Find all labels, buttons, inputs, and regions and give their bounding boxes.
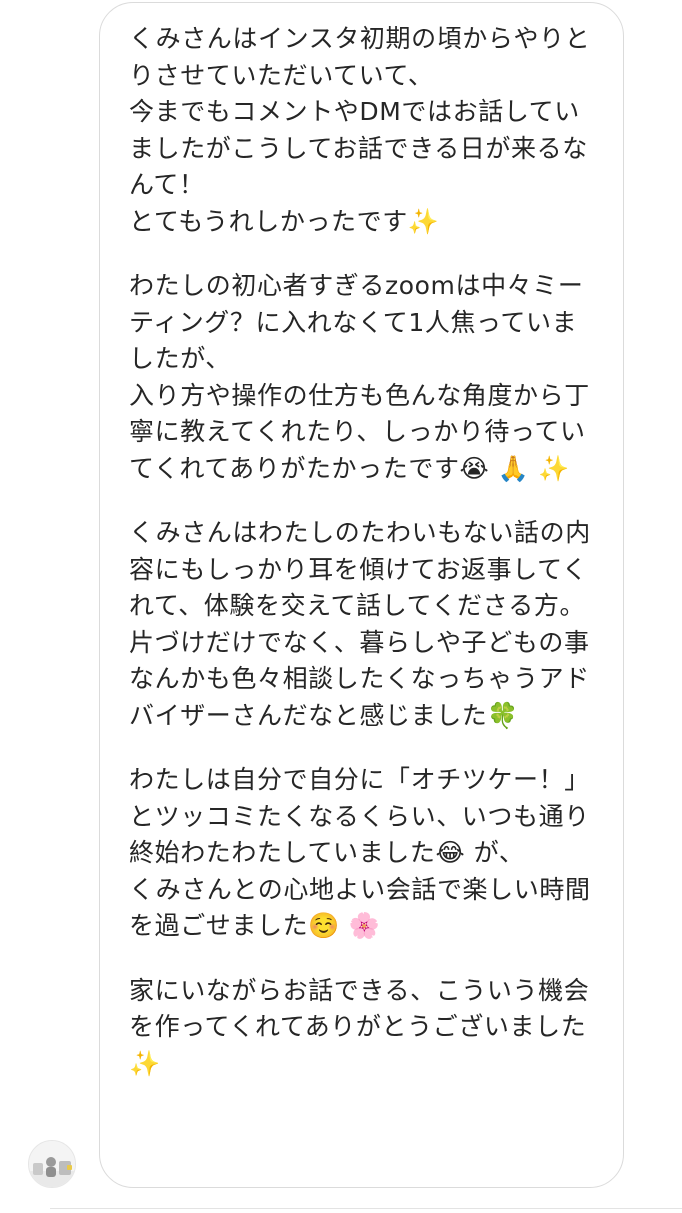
message-line: とツッコミたくなるくらい、いつも通り [129,801,590,831]
message-line: 容にもしっかり耳を傾けてお返事してく [129,554,588,584]
message-line: バイザーさんだなと感じました🍀 [129,700,520,730]
message-line: 片づけだけでなく、暮らしや子どもの事 [129,627,590,657]
message-line: 家にいながらお話できる、こういう機会 [129,975,590,1005]
message-line: ✨ [129,1048,161,1078]
message-line: とてもうれしかったです✨ [129,206,440,236]
message-line: を作ってくれてありがとうございました [129,1012,587,1041]
message-paragraph: わたしの初心者すぎるzoomは中々ミー ティング？に入れなくて1人焦っていま し… [129,268,607,487]
message-paragraph: くみさんはインスタ初期の頃からやりと りさせていただいていて、 今までもコメント… [129,21,607,240]
sender-avatar[interactable] [28,1140,76,1188]
message-line: くみさんとの心地よい会話で楽しい時間 [129,874,591,904]
message-paragraph: くみさんはわたしのたわいもない話の内 容にもしっかり耳を傾けてお返事してく れて… [129,515,607,734]
avatar-photo-icon [29,1141,75,1187]
message-line: ましたがこうしてお話できる日が来るな [129,133,588,163]
message-line: 寧に教えてくれたり、しっかり待ってい [129,417,586,446]
divider [50,1208,682,1209]
message-paragraph: 家にいながらお話できる、こういう機会 を作ってくれてありがとうございました ✨ [129,973,607,1083]
message-paragraph: わたしは自分で自分に「オチツケー！」 とツッコミたくなるくらい、いつも通り 終始… [129,762,607,945]
message-line: くみさんはインスタ初期の頃からやりと [129,24,591,53]
message-line: わたしの初心者すぎるzoomは中々ミー [129,271,584,300]
message-line: なんかも色々相談したくなっちゃうアド [129,664,590,693]
message-line: したが、 [129,344,231,373]
message-bubble[interactable]: くみさんはインスタ初期の頃からやりと りさせていただいていて、 今までもコメント… [99,2,624,1188]
message-line: れて、体験を交えて話してくださる方。 [129,591,586,620]
message-line: てくれてありがたかったです😭 🙏 ✨ [129,453,570,483]
message-line: りさせていただいていて、 [129,60,434,90]
message-line: 終始わたわたしていました😂 が、 [129,838,525,867]
message-line: 今までもコメントやDMではお話してい [129,97,580,126]
message-line: ティング？に入れなくて1人焦っていま [129,307,578,337]
message-line: わたしは自分で自分に「オチツケー！」 [129,765,590,794]
message-line: 入り方や操作の仕方も色んな角度から丁 [129,380,590,410]
message-line: を過ごせました☺️ 🌸 [129,911,381,940]
message-line: んて！ [129,170,205,199]
message-line: くみさんはわたしのたわいもない話の内 [129,518,591,547]
